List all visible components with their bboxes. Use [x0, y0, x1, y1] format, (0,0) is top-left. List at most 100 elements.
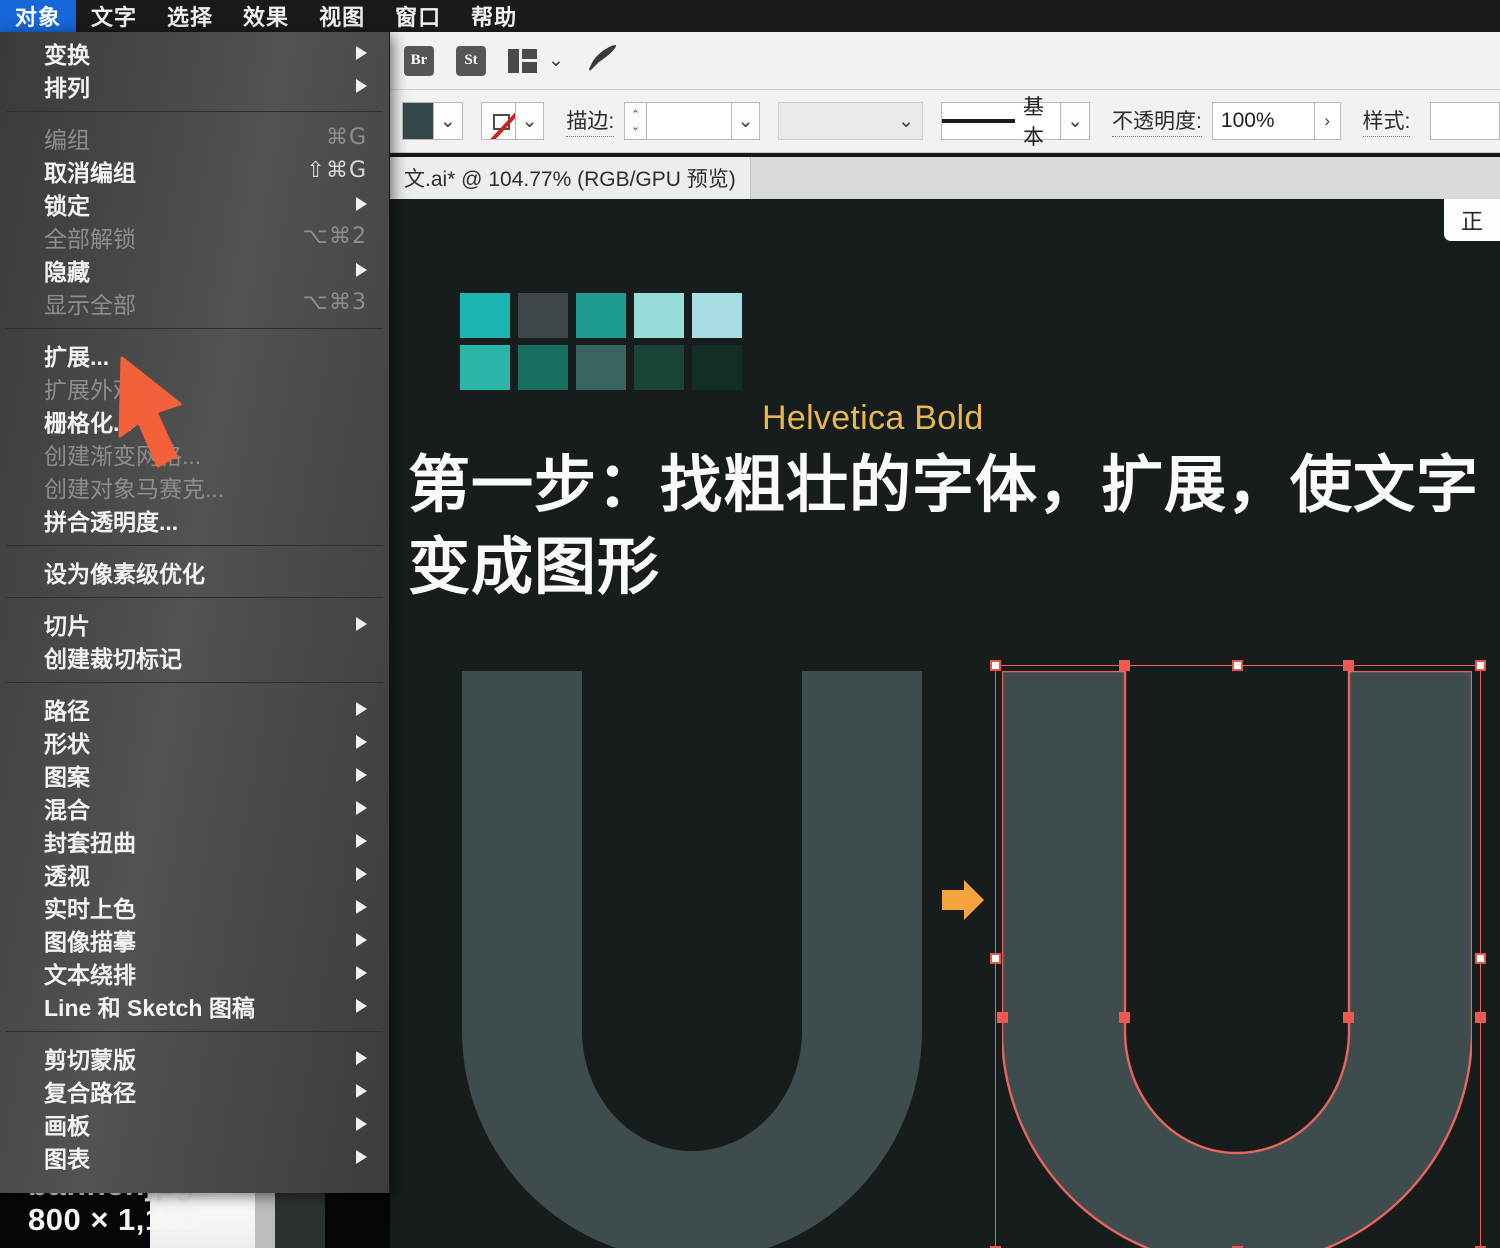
color-swatch[interactable]: [692, 345, 742, 390]
stock-button[interactable]: St: [456, 45, 486, 76]
menu-item-label: 创建渐变网格...: [44, 442, 202, 469]
stroke-weight-dropdown-icon[interactable]: ⌄: [730, 102, 761, 140]
menu-item-label: 剪切蒙版: [44, 1046, 136, 1073]
menubar-item-2[interactable]: 选择: [152, 0, 228, 32]
menu-separator: [6, 545, 383, 546]
color-swatch[interactable]: [460, 345, 510, 390]
menu-item[interactable]: 切片: [0, 607, 389, 640]
menu-item[interactable]: 剪切蒙版: [0, 1041, 389, 1074]
menu-item-label: 复合路径: [44, 1079, 136, 1106]
bridge-button[interactable]: Br: [404, 45, 434, 76]
menu-item[interactable]: 透视: [0, 857, 389, 890]
menu-item[interactable]: 图表: [0, 1140, 389, 1173]
menu-item: 显示全部 ⌥⌘3: [0, 286, 389, 319]
menu-item[interactable]: 封套扭曲: [0, 824, 389, 857]
chevron-down-icon: ⌄: [898, 110, 914, 132]
menu-item-label: 排列: [44, 74, 90, 101]
menu-item[interactable]: 复合路径: [0, 1074, 389, 1107]
menu-item-shortcut: ⌥⌘3: [302, 290, 367, 315]
submenu-arrow-icon: [356, 1083, 367, 1098]
stroke-label: 描边:: [566, 105, 615, 137]
color-swatch-grid[interactable]: [460, 293, 748, 395]
menu-item[interactable]: 混合: [0, 791, 389, 824]
menu-item-label: 形状: [44, 730, 90, 757]
menu-item: 创建渐变网格...: [0, 437, 389, 470]
graphic-style-select[interactable]: [1430, 102, 1500, 140]
chevron-down-icon[interactable]: ⌄: [548, 51, 564, 70]
menu-item-label: 扩展外观: [44, 376, 136, 403]
selection-handle[interactable]: [1475, 953, 1486, 964]
fill-dropdown-icon[interactable]: ⌄: [432, 102, 463, 140]
menu-item[interactable]: 图像描摹: [0, 923, 389, 956]
color-swatch[interactable]: [460, 293, 510, 338]
brush-dropdown-icon[interactable]: ⌄: [1060, 102, 1091, 140]
object-menu-dropdown[interactable]: 变换 排列 编组 ⌘G 取消编组 ⇧⌘G 锁定 全部解锁 ⌥⌘2 隐藏 显示全部 ⌥⌘3 扩展... 扩展…: [0, 32, 390, 1193]
selection-handle[interactable]: [1475, 660, 1486, 671]
menu-item[interactable]: 取消编组 ⇧⌘G: [0, 154, 389, 187]
path-anchor-point[interactable]: [1475, 1012, 1486, 1023]
brush-definition-select[interactable]: 基本: [940, 96, 1061, 149]
opacity-input[interactable]: 100%: [1211, 102, 1314, 140]
menubar-item-4[interactable]: 视图: [304, 0, 380, 32]
selection-handle[interactable]: [1232, 660, 1243, 671]
menu-item[interactable]: 扩展...: [0, 338, 389, 371]
stroke-weight-input[interactable]: [645, 102, 731, 140]
selection-handle[interactable]: [990, 953, 1001, 964]
opacity-options-button[interactable]: ›: [1313, 102, 1341, 140]
stroke-color-swatch[interactable]: [480, 102, 515, 140]
menu-item[interactable]: Line 和 Sketch 图稿: [0, 989, 389, 1022]
menu-item[interactable]: 实时上色: [0, 890, 389, 923]
brush-stroke-preview: [941, 119, 1015, 123]
path-anchor-point[interactable]: [1343, 1012, 1354, 1023]
color-swatch[interactable]: [576, 293, 626, 338]
color-swatch[interactable]: [576, 345, 626, 390]
submenu-arrow-icon: [356, 78, 367, 93]
color-swatch[interactable]: [692, 293, 742, 338]
menu-item[interactable]: 隐藏: [0, 253, 389, 286]
file-dimensions-label: 800 × 1,165: [28, 1202, 199, 1237]
submenu-arrow-icon: [356, 767, 367, 782]
selection-bounding-box[interactable]: [995, 665, 1481, 1248]
variable-width-profile-select[interactable]: ⌄: [778, 102, 923, 140]
menubar-item-5[interactable]: 窗口: [380, 0, 456, 32]
menu-item[interactable]: 路径: [0, 692, 389, 725]
path-anchor-point[interactable]: [997, 1012, 1008, 1023]
menu-item[interactable]: 创建裁切标记: [0, 640, 389, 673]
menu-item[interactable]: 文本绕排: [0, 956, 389, 989]
menu-item[interactable]: 画板: [0, 1107, 389, 1140]
glyph-u-original[interactable]: [462, 671, 922, 1248]
artboard-canvas[interactable]: Helvetica Bold 第一步：找粗壮的字体，扩展，使文字变成图形 正: [390, 199, 1500, 1248]
path-anchor-point[interactable]: [1119, 660, 1130, 671]
fill-color-swatch[interactable]: [402, 102, 433, 140]
menu-item[interactable]: 形状: [0, 725, 389, 758]
menubar-item-6[interactable]: 帮助: [456, 0, 532, 32]
menu-item-label: 封套扭曲: [44, 829, 136, 856]
arrange-documents-icon[interactable]: [508, 48, 538, 73]
rocket-icon[interactable]: [586, 43, 620, 78]
color-swatch[interactable]: [634, 293, 684, 338]
selection-handle[interactable]: [990, 660, 1001, 671]
menu-item[interactable]: 排列: [0, 69, 389, 102]
menu-item[interactable]: 设为像素级优化: [0, 555, 389, 588]
menu-item[interactable]: 拼合透明度...: [0, 503, 389, 536]
blend-mode-chip[interactable]: 正: [1444, 199, 1500, 241]
path-anchor-point[interactable]: [1343, 660, 1354, 671]
menubar-item-3[interactable]: 效果: [228, 0, 304, 32]
menu-item[interactable]: 图案: [0, 758, 389, 791]
menu-separator: [6, 597, 383, 598]
color-swatch[interactable]: [634, 345, 684, 390]
stroke-weight-stepper[interactable]: ⌃ ⌄: [624, 102, 646, 140]
menubar-item-1[interactable]: 文字: [76, 0, 152, 32]
color-swatch[interactable]: [518, 293, 568, 338]
menubar-item-0[interactable]: 对象: [0, 0, 77, 32]
menu-item[interactable]: 变换: [0, 36, 389, 69]
opacity-label: 不透明度:: [1112, 105, 1202, 137]
menu-item-label: 创建对象马赛克...: [44, 475, 225, 502]
menu-item[interactable]: 锁定: [0, 187, 389, 220]
document-tab[interactable]: 文.ai* @ 104.77% (RGB/GPU 预览): [390, 157, 751, 199]
submenu-arrow-icon: [356, 45, 367, 60]
path-anchor-point[interactable]: [1119, 1012, 1130, 1023]
menu-item[interactable]: 栅格化...: [0, 404, 389, 437]
stroke-dropdown-icon[interactable]: ⌄: [514, 102, 545, 140]
color-swatch[interactable]: [518, 345, 568, 390]
